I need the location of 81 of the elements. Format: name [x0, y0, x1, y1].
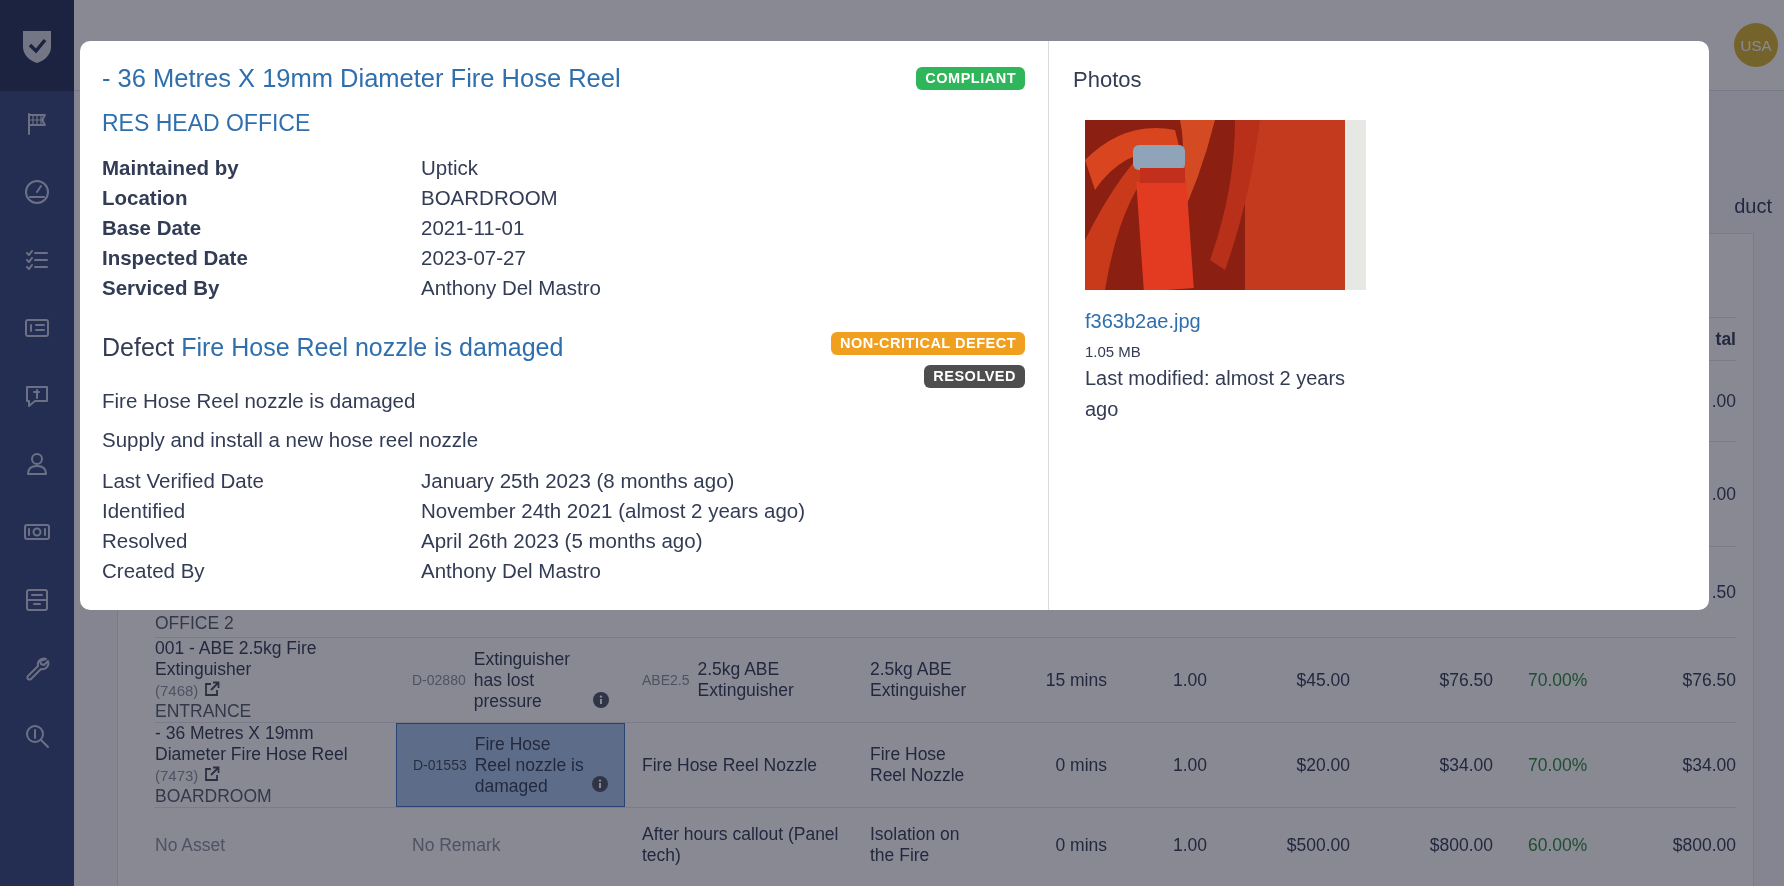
detail-value: November 24th 2021 (almost 2 years ago)	[421, 498, 806, 524]
product-code: ABE2.5	[642, 670, 690, 690]
detail-label: Last Verified Date	[102, 468, 265, 494]
defect-code: D-02880	[412, 670, 466, 690]
detail-value: January 25th 2023 (8 months ago)	[421, 468, 736, 494]
asset-name: - 36 Metres X 19mm Diameter Fire Hose Reel	[155, 723, 349, 765]
table-cell-text: $800.00	[1671, 834, 1736, 856]
external-link-icon[interactable]	[204, 766, 221, 782]
table-cell-text: $800.00	[1428, 834, 1493, 856]
gauge-icon[interactable]	[22, 177, 52, 207]
table-cell-text: $76.50	[1438, 669, 1493, 691]
table-cell-text: 0 mins	[1054, 754, 1107, 776]
external-link-icon[interactable]	[204, 681, 221, 697]
detail-value: BOARDROOM	[421, 185, 559, 211]
defect-title-link[interactable]: Fire Hose Reel nozzle is damaged	[181, 333, 564, 361]
table-cell-text: 70.00%	[1527, 669, 1589, 691]
file-size: 1.05 MB	[1085, 342, 1142, 362]
page-heading: duct	[1734, 195, 1772, 218]
table-cell-text: 1.00	[1171, 754, 1207, 776]
detail-value: Anthony Del Mastro	[421, 275, 603, 301]
asset-location: ENTRANCE	[155, 701, 253, 722]
detail-label: Maintained by	[102, 155, 240, 181]
remark-text: Fire Hose Reel nozzle is damaged	[474, 733, 584, 797]
remark-cell[interactable]: D-02880 Extinguisher has lost pressure	[396, 638, 625, 722]
detail-label: Location	[102, 185, 189, 211]
defect-action: Supply and install a new hose reel nozzle	[102, 427, 480, 453]
asset-location: OFFICE 2	[155, 613, 235, 635]
detail-value: 2021-11-01	[421, 215, 526, 241]
detail-value: Uptick	[421, 155, 479, 181]
remark-cell[interactable]: D-01553 Fire Hose Reel nozzle is damaged	[396, 723, 625, 807]
status-badge: NON-CRITICAL DEFECT	[831, 332, 1025, 355]
remark-text: Extinguisher has lost pressure	[473, 648, 571, 712]
table-cell-text: Isolation on the Fire	[870, 824, 961, 866]
table-cell-text: 60.00%	[1527, 834, 1589, 856]
file-link[interactable]: f363b2ae.jpg	[1085, 308, 1366, 334]
file-modified: Last modified: almost 2 years ago	[1085, 366, 1347, 422]
status-badge: COMPLIANT	[916, 66, 1025, 90]
detail-value: Anthony Del Mastro	[421, 558, 603, 584]
asset-name: 001 - ABE 2.5kg Fire Extinguisher	[155, 638, 318, 680]
detail-label: Identified	[102, 498, 187, 524]
table-cell-text: 15 mins	[1044, 669, 1107, 691]
asset-title-link[interactable]: - 36 Metres X 19mm Diameter Fire Hose Reel	[102, 63, 621, 93]
asset-number: (7473)	[155, 767, 199, 784]
detail-label: Serviced By	[102, 275, 221, 301]
defect-description: Fire Hose Reel nozzle is damaged	[102, 388, 417, 414]
asset-location: BOARDROOM	[155, 786, 273, 807]
table-cell-text: $45.00	[1295, 669, 1350, 691]
table-cell-text: 1.00	[1171, 834, 1207, 856]
table-cell-text: $34.00	[1681, 754, 1736, 776]
info-icon[interactable]	[593, 692, 609, 708]
site-link[interactable]: RES HEAD OFFICE	[102, 108, 1025, 138]
product-name: Fire Hose Reel Nozzle	[642, 754, 818, 776]
column-header: tal	[1714, 328, 1736, 350]
asset-name: No Asset	[155, 834, 227, 856]
detail-value: April 26th 2023 (5 months ago)	[421, 528, 704, 554]
status-badge: RESOLVED	[924, 365, 1025, 388]
table-cell-text: .50	[1710, 581, 1736, 603]
table-cell-text: .00	[1710, 483, 1736, 505]
remark-text: No Remark	[412, 834, 501, 856]
table-cell-text: 0 mins	[1054, 834, 1107, 856]
table-cell-text: 70.00%	[1527, 754, 1589, 776]
table-cell-text: $34.00	[1438, 754, 1493, 776]
detail-label: Base Date	[102, 215, 203, 241]
defect-label: Defect	[102, 333, 175, 361]
product-name: After hours callout (Panel tech)	[642, 824, 840, 866]
asset-number: (7468)	[155, 682, 199, 699]
table-cell-text: Fire Hose Reel Nozzle	[870, 744, 966, 786]
detail-label: Created By	[102, 558, 206, 584]
product-name: 2.5kg ABE Extinguisher	[697, 659, 795, 701]
table-cell-text: $500.00	[1285, 834, 1350, 856]
table-cell-text: $76.50	[1681, 669, 1736, 691]
detail-label: Resolved	[102, 528, 189, 554]
table-cell-text: .00	[1710, 390, 1736, 412]
detail-label: Inspected Date	[102, 245, 249, 271]
detail-value: 2023-07-27	[421, 245, 527, 271]
defect-code: D-01553	[413, 755, 467, 775]
photos-heading: Photos	[1073, 66, 1143, 94]
table-cell-text: $20.00	[1295, 754, 1350, 776]
table-cell-text: 1.00	[1171, 669, 1207, 691]
info-icon[interactable]	[592, 776, 608, 792]
table-cell-text: 2.5kg ABE Extinguisher	[870, 659, 968, 701]
